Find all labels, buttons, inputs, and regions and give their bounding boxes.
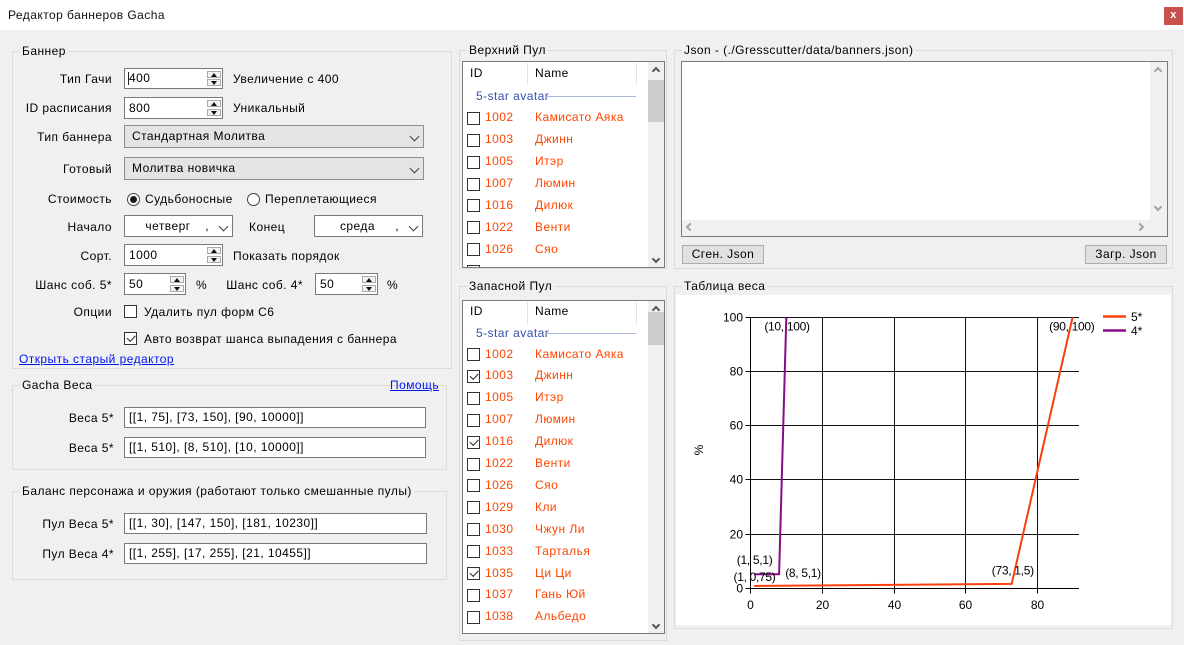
svg-text:100: 100: [723, 311, 743, 325]
svg-text:(10, 100): (10, 100): [764, 320, 810, 334]
svg-text:5*: 5*: [1131, 310, 1143, 324]
svg-text:40: 40: [730, 473, 744, 487]
svg-text:(1, 5,1): (1, 5,1): [737, 553, 773, 567]
svg-text:20: 20: [816, 598, 830, 612]
svg-text:%: %: [692, 444, 706, 455]
svg-text:4*: 4*: [1131, 324, 1143, 338]
svg-text:80: 80: [730, 365, 744, 379]
svg-text:60: 60: [959, 598, 973, 612]
svg-text:80: 80: [1031, 598, 1045, 612]
svg-text:60: 60: [730, 419, 744, 433]
svg-text:0: 0: [747, 598, 754, 612]
svg-text:(73, 1,5): (73, 1,5): [992, 564, 1034, 578]
svg-text:20: 20: [730, 528, 744, 542]
svg-text:40: 40: [888, 598, 902, 612]
svg-text:(1, 0,75): (1, 0,75): [734, 570, 776, 584]
svg-text:(90, 100): (90, 100): [1049, 320, 1095, 334]
svg-text:(8, 5,1): (8, 5,1): [785, 566, 821, 580]
